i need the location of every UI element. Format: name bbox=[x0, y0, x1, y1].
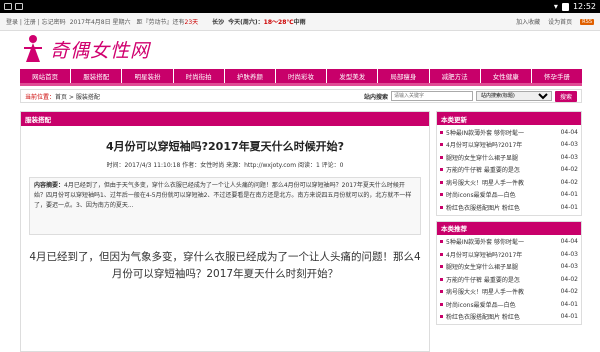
battery-icon bbox=[561, 2, 569, 11]
breadcrumb-label: 当前位置： bbox=[25, 93, 56, 101]
nav-item-street-style[interactable]: 时尚街拍 bbox=[174, 69, 225, 83]
article-panel: 服装搭配 4月份可以穿短袖吗?2017年夏天什么时候开始? 时间：2017/4/… bbox=[20, 111, 430, 352]
breadcrumb[interactable]: 首页 > 服装搭配 bbox=[55, 92, 100, 101]
search-scope-select[interactable]: 站内搜索(标题) bbox=[475, 91, 552, 101]
holiday-countdown: 距『劳动节』还有23天 bbox=[136, 19, 199, 26]
list-item[interactable]: 5种最IN款薄外套 够你时髦一 04-04 bbox=[440, 236, 578, 249]
list-item[interactable]: 5种最IN款薄外套 够你时髦一 04-04 bbox=[440, 126, 578, 139]
clock: 12:52 bbox=[572, 2, 596, 11]
search-input[interactable] bbox=[390, 91, 473, 101]
article-title: 4月份可以穿短袖吗?2017年夏天什么时候开始? bbox=[105, 140, 345, 153]
list-item[interactable]: 时尚icons最爱单品—白色 04-01 bbox=[440, 189, 578, 202]
account-links[interactable]: 登录 | 注册 | 忘记密码 bbox=[6, 17, 66, 26]
nav-item-makeup[interactable]: 时尚彩妆 bbox=[276, 69, 328, 83]
nav-item-celebrity[interactable]: 明星装扮 bbox=[122, 69, 174, 83]
latest-heading: 本类更新 bbox=[437, 112, 581, 125]
list-item[interactable]: 病号服大火！明星人手一件教 04-02 bbox=[440, 286, 578, 299]
wifi-icon: ▾ bbox=[553, 2, 558, 11]
android-status-bar: ▾ 12:52 bbox=[0, 0, 600, 13]
search-title: 站内搜索 bbox=[363, 93, 388, 101]
nav-item-clothing[interactable]: 服装搭配 bbox=[71, 69, 123, 83]
weather-info: 今天(周六)：18～28℃中雨 bbox=[228, 19, 306, 26]
list-item[interactable]: 万能的牛仔裤 最重要的是怎 04-02 bbox=[440, 273, 578, 286]
list-item[interactable]: 4月份可以穿短袖吗?2017年 04-03 bbox=[440, 248, 578, 261]
list-item[interactable]: 腿短的女生穿什么裙子显腿 04-03 bbox=[440, 151, 578, 164]
weather-city: 长沙 bbox=[212, 19, 225, 26]
nav-item-diet[interactable]: 减肥方法 bbox=[430, 69, 481, 83]
add-favorite-link[interactable]: 加入收藏 bbox=[516, 17, 540, 26]
article-summary: 内容摘要：4月已经到了，但由于天气多变，穿什么衣服已经成为了一个让人头痛的问题！… bbox=[29, 177, 421, 235]
search-button[interactable]: 搜索 bbox=[554, 90, 577, 102]
nav-underline bbox=[20, 83, 582, 86]
top-info-bar: 登录 | 注册 | 忘记密码 2017年4月8日 星期六 距『劳动节』还有23天… bbox=[0, 13, 600, 31]
current-date: 2017年4月8日 星期六 bbox=[69, 19, 131, 26]
site-name: 奇偶女性网 bbox=[50, 39, 151, 62]
list-item[interactable]: 腿短的女生穿什么裙子显腿 04-03 bbox=[440, 261, 578, 274]
list-item[interactable]: 粉红色衣服搭配图片 粉红色 04-01 bbox=[440, 311, 578, 324]
list-item[interactable]: 病号服大火！明星人手一件教 04-02 bbox=[440, 176, 578, 189]
notification-icons bbox=[4, 3, 23, 10]
list-item[interactable]: 粉红色衣服搭配图片 粉红色 04-01 bbox=[440, 201, 578, 214]
article-meta: 时间：2017/4/3 11:10:18 作者：女性时尚 来源：http://w… bbox=[106, 162, 344, 169]
recommend-heading: 本类推荐 bbox=[437, 221, 581, 235]
sidebar: 本类更新 5种最IN款薄外套 够你时髦一 04-04 4月份可以穿短袖吗?2017… bbox=[436, 111, 582, 330]
section-heading: 服装搭配 bbox=[21, 112, 429, 126]
nav-item-slimming[interactable]: 局部瘦身 bbox=[378, 69, 430, 83]
list-item[interactable]: 时尚icons最爱单品—白色 04-01 bbox=[440, 298, 578, 311]
woman-silhouette-icon bbox=[20, 34, 46, 64]
article-body: 4月已经到了，但因为气象多变，穿什么衣服已经成为了一个让人头痛的问题！那么4月份… bbox=[29, 251, 421, 280]
recommend-box: 本类推荐 5种最IN款薄外套 够你时髦一 04-04 4月份可以穿短袖吗?2017… bbox=[436, 220, 582, 325]
set-homepage-link[interactable]: 设为首页 bbox=[548, 17, 572, 26]
nav-item-skincare[interactable]: 护肤养颜 bbox=[225, 69, 276, 83]
latest-box: 本类更新 5种最IN款薄外套 够你时髦一 04-04 4月份可以穿短袖吗?2017… bbox=[436, 111, 582, 216]
list-item[interactable]: 4月份可以穿短袖吗?2017年 04-03 bbox=[440, 139, 578, 152]
nav-item-hair[interactable]: 发型美发 bbox=[327, 69, 379, 83]
site-logo[interactable]: 奇偶女性网 bbox=[20, 34, 150, 64]
breadcrumb-bar: 当前位置： 首页 > 服装搭配 站内搜索 站内搜索(标题) 搜索 bbox=[20, 89, 582, 103]
nav-item-health[interactable]: 女性健康 bbox=[481, 69, 532, 83]
main-nav: 网站首页 服装搭配 明星装扮 时尚街拍 护肤养颜 时尚彩妆 发型美发 局部瘦身 … bbox=[20, 69, 582, 83]
list-item[interactable]: 万能的牛仔裤 最重要的是怎 04-02 bbox=[440, 164, 578, 177]
nav-item-pregnancy[interactable]: 怀孕手册 bbox=[532, 69, 582, 83]
site-search: 站内搜索 站内搜索(标题) 搜索 bbox=[363, 90, 577, 102]
nav-item-home[interactable]: 网站首页 bbox=[20, 69, 72, 83]
rss-icon[interactable]: RSS bbox=[580, 18, 594, 25]
